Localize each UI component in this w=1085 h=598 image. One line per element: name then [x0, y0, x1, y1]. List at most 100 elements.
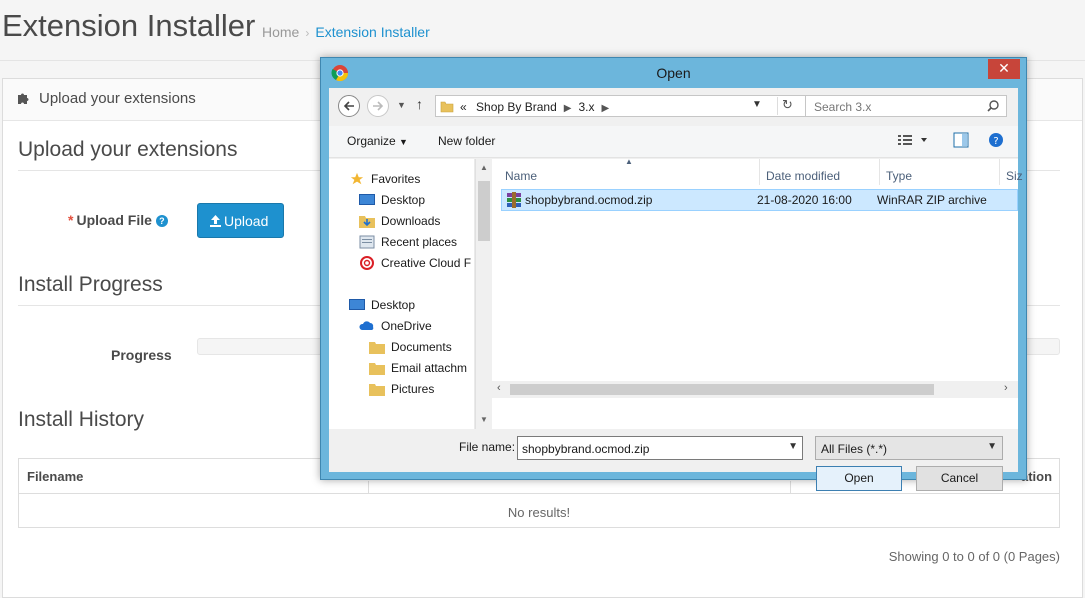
breadcrumb: Home › Extension Installer: [262, 24, 430, 40]
file-list: ▲ Name Date modified Type Siz shopbybran…: [492, 157, 1023, 429]
dialog-toolbar: Organize ▼ New folder ?: [329, 126, 1018, 158]
nav-scrollbar[interactable]: ▲ ▼: [475, 159, 492, 429]
chevron-down-icon[interactable]: ▼: [752, 99, 762, 110]
desktop-icon: [349, 299, 365, 310]
cancel-button[interactable]: Cancel: [916, 466, 1003, 491]
file-list-hscrollbar[interactable]: ‹ ›: [492, 381, 1018, 398]
folder-icon: [369, 363, 385, 375]
new-folder-button[interactable]: New folder: [438, 134, 495, 148]
upload-file-label: * Upload File?: [68, 212, 168, 228]
scrollbar-thumb[interactable]: [510, 384, 934, 395]
file-name: shopbybrand.ocmod.zip: [525, 193, 653, 207]
upload-button-label: Upload: [224, 213, 269, 229]
dialog-titlebar[interactable]: Open ✕: [321, 58, 1026, 88]
up-folder-icon[interactable]: ↑: [416, 96, 423, 112]
address-crumb-3x[interactable]: 3.x: [578, 100, 594, 114]
chevron-down-icon[interactable]: ▼: [788, 441, 798, 452]
scroll-right-arrow[interactable]: ›: [1004, 382, 1008, 394]
nav-item-label: Email attachm: [391, 361, 468, 375]
navigation-pane: Favorites Desktop Downloads Recent place…: [329, 159, 475, 429]
downloads-folder-icon: [359, 216, 375, 228]
desktop-icon: [359, 194, 375, 205]
preview-pane-icon[interactable]: [953, 132, 969, 148]
folder-icon: [369, 384, 385, 396]
install-history-legend: Install History: [18, 408, 145, 431]
file-date: 21-08-2020 16:00: [757, 193, 852, 207]
file-name-label: File name:: [459, 440, 516, 454]
scrollbar-thumb[interactable]: [478, 181, 490, 241]
chevron-down-icon: ▼: [987, 441, 997, 452]
upload-button[interactable]: Upload: [197, 203, 284, 238]
column-type[interactable]: Type: [886, 169, 912, 183]
column-divider: [790, 481, 791, 494]
folder-icon: [440, 101, 454, 113]
nav-item-label: Desktop: [381, 193, 426, 207]
scroll-left-arrow[interactable]: ‹: [497, 382, 501, 394]
open-file-dialog: Open ✕ ▼ ↑ « Shop By Brand ▶ 3.x ▶ ▼ ↻ Sear…: [320, 57, 1027, 491]
close-button[interactable]: ✕: [988, 59, 1020, 79]
search-input[interactable]: Search 3.x: [805, 95, 1007, 117]
chevron-down-icon: ▼: [399, 137, 408, 147]
view-options-icon[interactable]: [898, 132, 930, 148]
organize-label: Organize: [347, 134, 396, 148]
chevron-right-icon: ▶: [601, 103, 610, 114]
nav-item-label: Pictures: [391, 382, 435, 396]
address-breadcrumb: « Shop By Brand ▶ 3.x ▶: [460, 100, 616, 114]
open-button[interactable]: Open: [816, 466, 902, 491]
progress-label: Progress: [111, 347, 172, 363]
address-crumb-shop-by-brand[interactable]: Shop By Brand: [476, 100, 557, 114]
recent-places-icon: [359, 235, 375, 249]
creative-cloud-icon: [360, 256, 374, 270]
address-bar[interactable]: « Shop By Brand ▶ 3.x ▶ ▼ ↻: [435, 95, 817, 117]
nav-item-label: Documents: [391, 340, 452, 354]
search-icon: [987, 100, 999, 112]
column-divider[interactable]: [999, 159, 1000, 185]
column-divider[interactable]: [759, 159, 760, 185]
breadcrumb-current[interactable]: Extension Installer: [315, 24, 429, 40]
help-icon[interactable]: ?: [988, 132, 1004, 148]
forward-button[interactable]: [367, 95, 389, 117]
scroll-down-arrow[interactable]: ▼: [480, 415, 488, 424]
back-button[interactable]: [338, 95, 360, 117]
column-name[interactable]: Name: [505, 169, 537, 183]
scroll-up-arrow[interactable]: ▲: [480, 163, 488, 172]
required-mark: *: [68, 212, 74, 228]
file-name-value: shopbybrand.ocmod.zip: [522, 442, 650, 456]
onedrive-icon: [359, 321, 374, 330]
nav-item-label: Downloads: [381, 214, 441, 228]
file-row[interactable]: shopbybrand.ocmod.zip 21-08-2020 16:00 W…: [501, 189, 1018, 211]
sort-ascending-icon: ▲: [625, 157, 633, 166]
column-divider: [368, 481, 369, 494]
nav-item-label: Recent places: [381, 235, 458, 249]
svg-text:?: ?: [993, 136, 998, 147]
dialog-title: Open: [656, 65, 691, 81]
column-date-modified[interactable]: Date modified: [766, 169, 840, 183]
help-icon[interactable]: ?: [155, 215, 168, 227]
arrow-right-icon: [373, 101, 384, 111]
address-overflow[interactable]: «: [460, 100, 467, 114]
nav-item-label: Desktop: [371, 298, 416, 312]
column-divider[interactable]: [879, 159, 880, 185]
dialog-body: ▼ ↑ « Shop By Brand ▶ 3.x ▶ ▼ ↻ Search 3.x …: [329, 88, 1023, 491]
recent-locations-dropdown[interactable]: ▼: [397, 100, 406, 110]
file-type: WinRAR ZIP archive: [877, 193, 987, 207]
winrar-archive-icon: [507, 192, 521, 208]
organize-menu[interactable]: Organize ▼: [347, 134, 408, 148]
refresh-icon[interactable]: ↻: [777, 97, 797, 115]
pagination-summary: Showing 0 to 0 of 0 (0 Pages): [888, 549, 1060, 564]
breadcrumb-home[interactable]: Home: [262, 24, 299, 40]
panel-heading-text: Upload your extensions: [39, 90, 196, 107]
star-icon: [350, 172, 364, 185]
column-size[interactable]: Siz: [1006, 169, 1023, 183]
file-name-input[interactable]: shopbybrand.ocmod.zip ▼: [517, 436, 803, 460]
folder-icon: [369, 342, 385, 354]
file-type-filter-value: All Files (*.*): [821, 442, 888, 456]
arrow-left-icon: [343, 101, 354, 111]
puzzle-icon: [18, 93, 29, 104]
upload-file-label-text: Upload File: [76, 212, 152, 228]
empty-message: No results!: [507, 505, 571, 520]
upload-icon: [210, 215, 221, 227]
nav-favorites-label: Favorites: [371, 172, 421, 186]
file-type-filter[interactable]: All Files (*.*) ▼: [815, 436, 1003, 460]
chevron-right-icon: ▶: [563, 103, 572, 114]
